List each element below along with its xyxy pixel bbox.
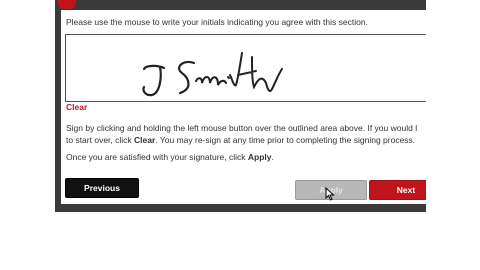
apply-text-suffix: . bbox=[271, 152, 274, 162]
window-frame-top bbox=[55, 0, 426, 10]
help-paragraph-line2: to start over, click Clear. You may re-s… bbox=[66, 134, 415, 146]
instructions-text: Please use the mouse to write your initi… bbox=[66, 17, 368, 27]
previous-button[interactable]: Previous bbox=[65, 178, 139, 198]
next-button[interactable]: Next bbox=[369, 180, 426, 200]
signature-ink bbox=[142, 52, 283, 97]
app-logo-icon bbox=[58, 0, 76, 9]
help-text-prefix: to start over, click bbox=[66, 135, 135, 145]
mouse-pointer-icon bbox=[325, 187, 335, 201]
help-text-suffix: . You may re-sign at any time prior to c… bbox=[155, 135, 416, 145]
clear-link[interactable]: Clear bbox=[66, 102, 87, 112]
window-frame-bottom bbox=[55, 204, 426, 212]
apply-text-apply: Apply bbox=[247, 152, 272, 162]
apply-text-prefix: Once you are satisfied with your signatu… bbox=[66, 152, 248, 162]
signature-pad[interactable] bbox=[65, 34, 426, 102]
help-paragraph-line1: Sign by clicking and holding the left mo… bbox=[66, 123, 418, 133]
help-text-clear: Clear bbox=[134, 135, 156, 145]
signature-dialog: Please use the mouse to write your initi… bbox=[61, 10, 426, 204]
apply-instructions: Once you are satisfied with your signatu… bbox=[66, 151, 274, 163]
